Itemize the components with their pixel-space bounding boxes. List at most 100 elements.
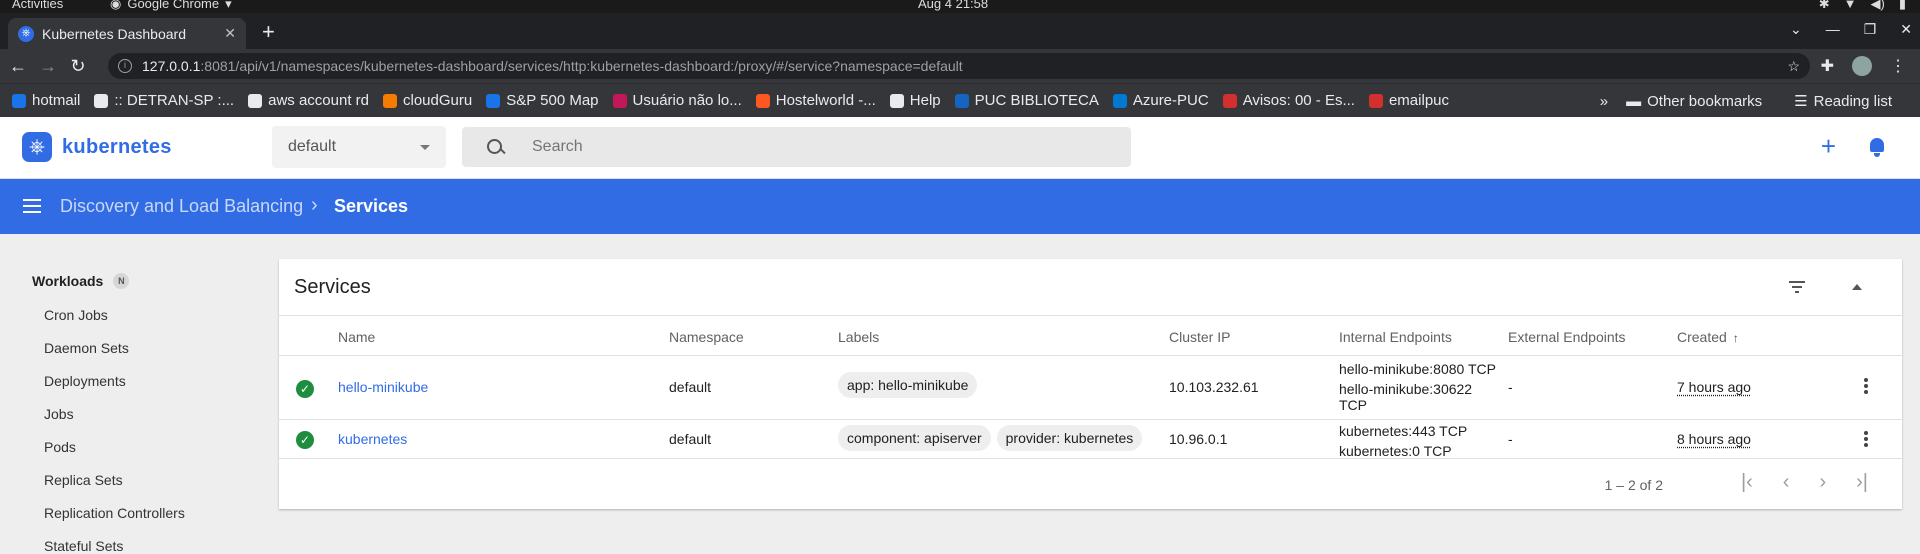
volume-icon: ◀) bbox=[1870, 0, 1885, 11]
bookmarks-overflow-button[interactable]: » bbox=[1600, 93, 1608, 110]
row-actions-kebab-icon[interactable] bbox=[1864, 431, 1868, 449]
namespace-select[interactable]: default bbox=[272, 126, 446, 168]
labels-cell: app: hello-minikube bbox=[838, 372, 983, 398]
table-header: Name Namespace Labels Cluster IP Interna… bbox=[279, 315, 1902, 356]
sidebar-section-label: Workloads bbox=[32, 273, 104, 289]
bookmark-item[interactable]: aws account rd bbox=[248, 92, 369, 109]
sidebar-item[interactable]: Jobs bbox=[44, 406, 74, 422]
column-name[interactable]: Name bbox=[338, 329, 375, 345]
minimize-icon[interactable]: — bbox=[1826, 21, 1840, 38]
service-name-link[interactable]: kubernetes bbox=[338, 431, 407, 447]
url-field[interactable]: i 127.0.0.1 :8081/api/v1/namespaces/kube… bbox=[108, 53, 1810, 79]
sidebar-item[interactable]: Pods bbox=[44, 439, 76, 455]
tab-title: Kubernetes Dashboard bbox=[42, 25, 186, 42]
bookmarks-bar: hotmail:: DETRAN-SP :... aws account rd cl… bbox=[0, 83, 1920, 117]
last-page-icon[interactable]: ›| bbox=[1856, 472, 1868, 492]
bookmark-favicon-icon bbox=[889, 93, 904, 108]
helm-wheel-icon: ⎈ bbox=[22, 132, 52, 162]
profile-avatar[interactable] bbox=[1852, 56, 1872, 76]
next-page-icon[interactable]: › bbox=[1819, 472, 1826, 492]
extensions-icon[interactable]: ✚ bbox=[1821, 56, 1834, 76]
bookmark-label: Avisos: 00 - Es... bbox=[1242, 92, 1355, 109]
sidebar-section-workloads[interactable]: Workloads N bbox=[32, 273, 130, 289]
app-menu[interactable]: ◉ Google Chrome ▾ bbox=[110, 0, 232, 10]
internal-endpoints: hello-minikube:8080 TCP hello-minikube:3… bbox=[1339, 361, 1496, 413]
accessibility-icon: ✱ bbox=[1818, 0, 1830, 11]
forward-icon[interactable]: → bbox=[36, 56, 60, 77]
back-icon[interactable]: ← bbox=[6, 56, 30, 77]
tab-kubernetes-dashboard[interactable]: ⎈ Kubernetes Dashboard ✕ bbox=[8, 18, 246, 49]
bookmark-item[interactable]: cloudGuru bbox=[383, 92, 472, 109]
bookmark-favicon-icon bbox=[755, 93, 770, 108]
sidebar-item[interactable]: Stateful Sets bbox=[44, 538, 123, 554]
previous-page-icon[interactable]: ‹ bbox=[1783, 472, 1790, 492]
collapse-icon[interactable] bbox=[1852, 284, 1862, 290]
bookmark-item[interactable]: emailpuc bbox=[1368, 92, 1449, 109]
new-tab-button[interactable]: + bbox=[262, 21, 275, 43]
sidebar-item[interactable]: Replica Sets bbox=[44, 472, 123, 488]
hamburger-menu-icon[interactable] bbox=[23, 199, 41, 213]
close-icon[interactable]: ✕ bbox=[224, 25, 236, 42]
status-ok-icon: ✓ bbox=[296, 380, 314, 398]
sidebar-item[interactable]: Cron Jobs bbox=[44, 307, 108, 323]
browser-actions: ✚ ⋮ bbox=[1821, 56, 1906, 76]
activities-button[interactable]: Activities bbox=[12, 0, 63, 10]
service-namespace: default bbox=[669, 379, 712, 395]
bookmark-item[interactable]: S&P 500 Map bbox=[486, 92, 599, 109]
reading-list[interactable]: ☰ Reading list bbox=[1794, 92, 1892, 111]
first-page-icon[interactable]: |‹ bbox=[1741, 472, 1753, 492]
external-endpoints: - bbox=[1508, 379, 1513, 395]
bookmark-item[interactable]: Usuário não lo... bbox=[612, 92, 742, 109]
menu-kebab-icon[interactable]: ⋮ bbox=[1890, 56, 1906, 76]
sidebar-item[interactable]: Replication Controllers bbox=[44, 505, 185, 521]
bookmark-item[interactable]: Help bbox=[889, 92, 941, 109]
bookmark-favicon-icon bbox=[486, 93, 501, 108]
internal-endpoints: kubernetes:443 TCP kubernetes:0 TCP bbox=[1339, 423, 1467, 459]
clock[interactable]: Aug 4 21:58 bbox=[918, 0, 988, 10]
bookmark-label: S&P 500 Map bbox=[506, 92, 599, 109]
pager-range: 1 – 2 of 2 bbox=[1604, 477, 1663, 493]
breadcrumb-toolbar: Discovery and Load Balancing › Services bbox=[0, 179, 1920, 234]
bookmark-item[interactable]: Azure-PUC bbox=[1112, 92, 1209, 109]
maximize-icon[interactable]: ❐ bbox=[1864, 21, 1877, 38]
table-row: ✓ hello-minikube default app: hello-mini… bbox=[279, 356, 1902, 420]
close-window-icon[interactable]: ✕ bbox=[1900, 21, 1912, 38]
network-icon: ▼ bbox=[1843, 0, 1857, 11]
bookmark-item[interactable]: Avisos: 00 - Es... bbox=[1222, 92, 1355, 109]
card-title: Services bbox=[294, 276, 371, 298]
bookmark-label: aws account rd bbox=[268, 92, 369, 109]
create-resource-icon[interactable]: + bbox=[1821, 133, 1836, 159]
url-path: :8081/api/v1/namespaces/kubernetes-dashb… bbox=[200, 58, 963, 74]
breadcrumb-discovery[interactable]: Discovery and Load Balancing bbox=[60, 196, 303, 217]
tab-search-icon[interactable]: ⌄ bbox=[1790, 21, 1802, 38]
reload-icon[interactable]: ↻ bbox=[66, 56, 90, 77]
endpoint: TCP bbox=[1339, 397, 1367, 413]
bookmark-item[interactable]: PUC BIBLIOTECA bbox=[954, 92, 1099, 109]
bookmark-item[interactable]: :: DETRAN-SP :... bbox=[94, 92, 234, 109]
sidebar-item[interactable]: Deployments bbox=[44, 373, 126, 389]
column-created[interactable]: Created ↑ bbox=[1677, 329, 1739, 345]
row-actions-kebab-icon[interactable] bbox=[1864, 378, 1868, 396]
service-namespace: default bbox=[669, 431, 712, 447]
other-bookmarks[interactable]: ▬ Other bookmarks bbox=[1626, 93, 1762, 110]
endpoint: kubernetes:0 TCP bbox=[1339, 443, 1452, 459]
column-internal-endpoints: Internal Endpoints bbox=[1339, 329, 1452, 345]
filter-icon[interactable] bbox=[1789, 281, 1805, 293]
sidebar: Workloads N Cron Jobs Daemon Sets Deployme… bbox=[0, 255, 270, 554]
site-info-icon[interactable]: i bbox=[118, 59, 132, 73]
search-bar bbox=[462, 127, 1131, 167]
search-input[interactable] bbox=[532, 138, 1092, 156]
bookmark-favicon-icon bbox=[94, 93, 109, 108]
namespace-value: default bbox=[288, 138, 337, 155]
bookmarks-right: » ▬ Other bookmarks ☰ Reading list bbox=[1600, 84, 1906, 118]
sidebar-item[interactable]: Daemon Sets bbox=[44, 340, 129, 356]
service-name-link[interactable]: hello-minikube bbox=[338, 379, 428, 395]
bookmark-star-icon[interactable]: ☆ bbox=[1787, 58, 1800, 75]
bookmark-item[interactable]: Hostelworld -... bbox=[755, 92, 876, 109]
notifications-bell-icon[interactable] bbox=[1868, 137, 1886, 157]
tab-strip: ⎈ Kubernetes Dashboard ✕ + ⌄ — ❐ ✕ bbox=[0, 13, 1920, 49]
bookmark-item[interactable]: hotmail bbox=[12, 92, 80, 109]
system-tray[interactable]: ✱ ▼ ◀) ▮ bbox=[1819, 0, 1906, 10]
kubernetes-logo[interactable]: ⎈ kubernetes bbox=[22, 132, 172, 162]
header-actions: + bbox=[1821, 133, 1886, 159]
